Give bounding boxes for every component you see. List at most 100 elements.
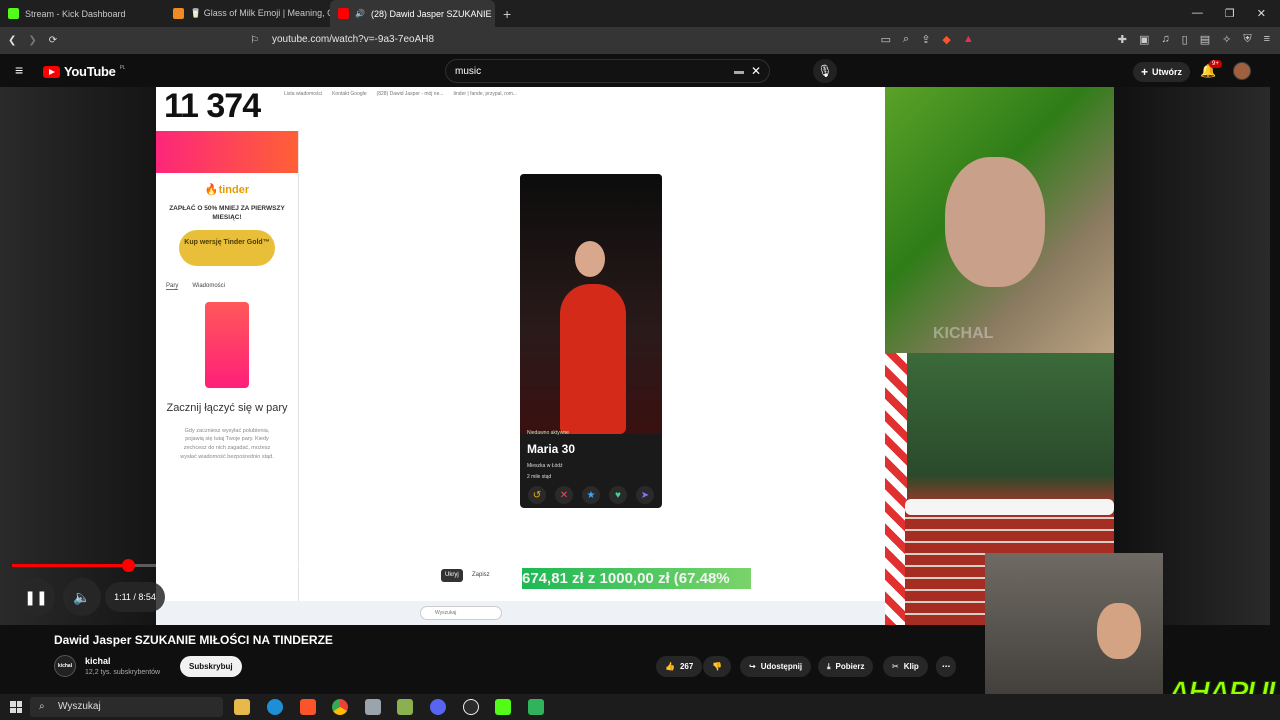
viewer-counter: 11 374 [164, 87, 261, 125]
clip-button[interactable]: ✂ Klip [883, 656, 928, 677]
profile-active-status: Niedawno aktywne [527, 430, 569, 436]
youtube-header: ≡ YouTube PL music ▬ ✕ 🎙 + Utwórz 🔔 9+ [0, 54, 1280, 87]
tinder-empty-title: Zacznij łączyć się w pary [166, 402, 288, 415]
search-input-value: music [455, 65, 482, 77]
pause-button[interactable]: ❚❚ [17, 578, 55, 616]
keyboard-icon[interactable]: ▬ [734, 66, 744, 77]
tinder-gold-button: Kup wersję Tinder Gold™ [179, 230, 275, 267]
share-icon[interactable]: ⇪ [921, 33, 930, 46]
tinder-empty-card [205, 302, 249, 389]
reload-icon[interactable]: ⟳ [49, 35, 57, 46]
sidebar-icon[interactable]: ▯ [1182, 33, 1188, 46]
like-button[interactable]: 👍 267 [656, 656, 703, 677]
brave-shield-icon[interactable]: ◆ [942, 33, 950, 46]
discord-icon[interactable] [430, 699, 446, 715]
create-label: Utwórz [1152, 67, 1183, 77]
embedded-tab: tinder | fande, przypal, rom... [453, 91, 518, 97]
overlay-save-button: Zapisz [472, 572, 490, 578]
subscribe-button[interactable]: Subskrybuj [180, 656, 242, 677]
tab-title: (28) Dawid Jasper SZUKANIE [370, 8, 492, 19]
app-icon[interactable] [365, 699, 381, 715]
super-like-icon: ★ [582, 486, 600, 504]
profile-distance: 2 mile stąd [527, 474, 552, 480]
embedded-tab: Kontakt Google [332, 91, 367, 97]
notification-badge: 9+ [1209, 60, 1222, 68]
search-input[interactable]: music ▬ ✕ [445, 59, 770, 83]
progress-scrubber[interactable] [121, 559, 135, 572]
tinder-logo-text: tinder [218, 184, 250, 196]
obs-icon[interactable] [463, 699, 479, 715]
download-button[interactable]: ⤓ Pobierz [818, 656, 874, 677]
hamburger-menu-icon[interactable]: ≡ [15, 62, 23, 78]
forward-icon[interactable]: ❯ [28, 35, 36, 46]
tinder-profile-card: Niedawno aktywne Maria 30 Mieszka w Łódź… [520, 174, 662, 508]
tinder-promo-text: ZAPŁAĆ O 50% MNIEJ ZA PIERWSZY MIESIĄC! [169, 205, 285, 222]
embedded-taskbar: Wyszukaj [156, 601, 885, 625]
back-icon[interactable]: ❮ [8, 35, 16, 46]
streaming-tool-icon[interactable] [528, 699, 544, 715]
wallet-icon[interactable]: ▤ [1200, 33, 1210, 46]
window-controls: — ❐ ✕ [1192, 7, 1280, 20]
bookmark-icon[interactable]: ⚐ [250, 35, 259, 46]
screenshot-icon[interactable]: ▣ [1139, 33, 1149, 46]
music-icon[interactable]: ♫ [1161, 33, 1169, 46]
progress-fill [12, 564, 128, 567]
tab-youtube-video[interactable]: 🔊 (28) Dawid Jasper SZUKANIE ✕ [330, 0, 495, 27]
progress-bar[interactable] [12, 559, 884, 572]
vpn-icon[interactable]: ⛨ [1243, 33, 1251, 46]
download-icon: ⤓ [827, 661, 831, 671]
file-explorer-icon[interactable] [234, 699, 250, 715]
zoom-icon[interactable]: ⌕ [903, 33, 909, 46]
webcam-person [945, 157, 1045, 287]
extensions-icon[interactable]: ✚ [1118, 33, 1127, 46]
tinder-empty-text: Gdy zaczniesz wysyłać polubienia, pojawi… [180, 427, 274, 461]
kick-icon[interactable] [495, 699, 511, 715]
game-icon[interactable] [397, 699, 413, 715]
profile-action-buttons: ↺ ✕ ★ ♥ ➤ [528, 486, 654, 504]
maximize-button[interactable]: ❐ [1225, 7, 1235, 20]
channel-name[interactable]: kichal [85, 656, 111, 666]
channel-avatar[interactable]: kichal [54, 655, 76, 677]
embedded-taskbar-search: Wyszukaj [420, 606, 502, 620]
cast-icon[interactable]: ▭ [881, 33, 891, 46]
microphone-icon: 🎙 [817, 64, 833, 78]
flame-icon: 🔥 [204, 184, 219, 196]
tab-milk-emoji[interactable]: 🥛 Glass of Milk Emoji | Meaning, Co [165, 0, 330, 27]
edge-icon[interactable] [267, 699, 283, 715]
more-actions-button[interactable]: ⋯ [936, 656, 956, 677]
create-button[interactable]: + Utwórz [1133, 62, 1191, 82]
download-label: Pobierz [835, 662, 865, 671]
donation-goal-bar: 674,81 zł z 1000,00 zł (67.48% [522, 568, 751, 589]
clear-search-icon[interactable]: ✕ [751, 64, 761, 78]
embedded-tab: (828) Dawid Jasper - mój ne... [376, 91, 444, 97]
taskbar-search[interactable]: ⌕ Wyszukaj [30, 697, 223, 717]
rewind-icon: ↺ [528, 486, 546, 504]
search-icon: ⌕ [39, 701, 45, 712]
minimize-button[interactable]: — [1192, 7, 1203, 20]
chrome-icon[interactable] [332, 699, 348, 715]
scissors-icon: ✂ [892, 662, 899, 671]
brave-icon[interactable] [300, 699, 316, 715]
clip-label: Klip [903, 662, 919, 671]
windows-start-icon[interactable] [10, 701, 22, 713]
like-icon: ♥ [609, 486, 627, 504]
browser-tab-bar: Stream - Kick Dashboard 🥛 Glass of Milk … [0, 0, 1280, 27]
tab-kick-dashboard[interactable]: Stream - Kick Dashboard [0, 0, 165, 27]
youtube-play-icon [43, 65, 60, 78]
account-avatar[interactable] [1233, 62, 1251, 80]
new-tab-button[interactable]: + [495, 6, 519, 22]
brave-rewards-icon[interactable]: ▲ [963, 33, 974, 46]
volume-button[interactable]: 🔈 [63, 578, 101, 616]
voice-search-button[interactable]: 🎙 [813, 59, 837, 83]
menu-icon[interactable]: ≡ [1264, 33, 1270, 46]
speaker-icon: 🔊 [355, 9, 365, 18]
dislike-button[interactable]: 👎 [703, 656, 731, 677]
browser-toolbar-icons: ▭ ⌕ ⇪ ◆ ▲ ✚ ▣ ♫ ▯ ▤ ✧ ⛨ ≡ [881, 33, 1270, 46]
close-window-button[interactable]: ✕ [1257, 7, 1266, 20]
url-field[interactable]: youtube.com/watch?v=-9a3-7eoAH8 [272, 34, 434, 45]
profile-photo-face [575, 241, 605, 277]
youtube-logo[interactable]: YouTube PL [43, 64, 125, 79]
leo-ai-icon[interactable]: ✧ [1222, 33, 1231, 46]
share-button[interactable]: ↪ Udostępnij [740, 656, 812, 677]
tinder-logo: 🔥tinder [156, 183, 298, 196]
